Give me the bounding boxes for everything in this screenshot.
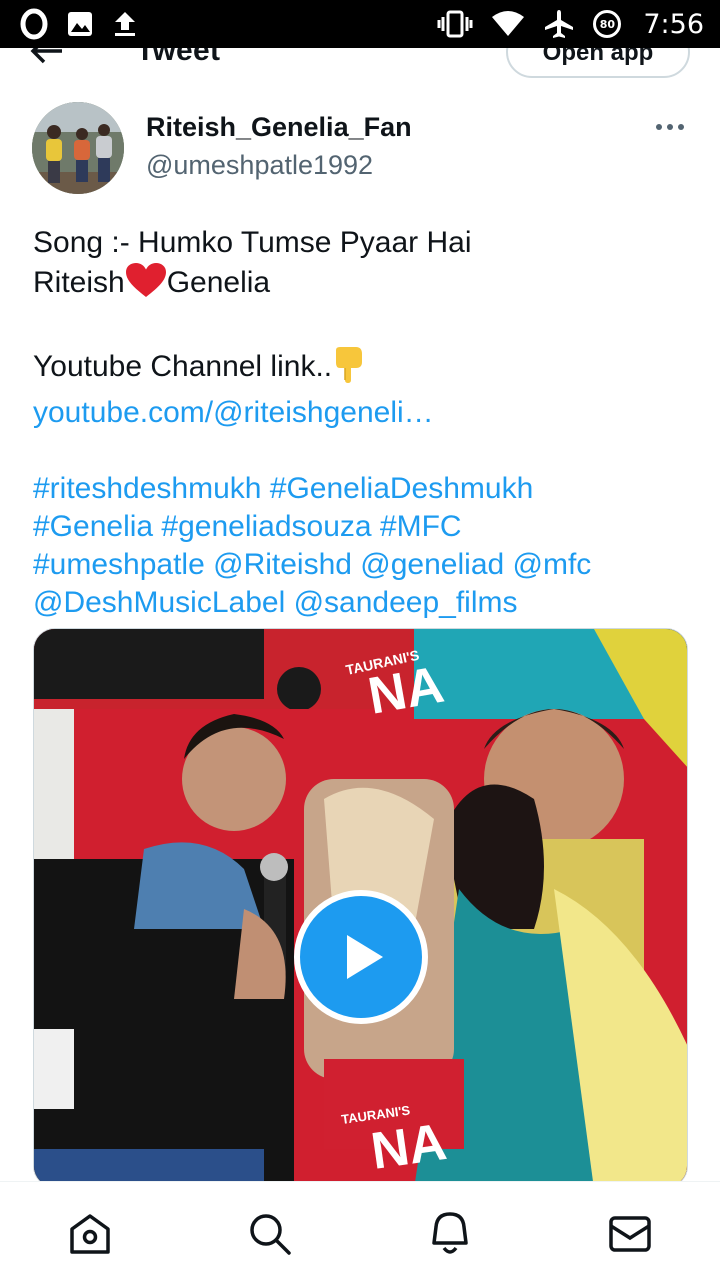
tweet-header: Tweet Open app — [0, 48, 720, 92]
youtube-link[interactable]: youtube.com/@riteishgeneli… — [33, 394, 693, 432]
avatar[interactable] — [32, 102, 124, 194]
vibrate-icon — [437, 10, 473, 38]
tweet-line: Youtube Channel link.. — [33, 346, 693, 394]
bottom-navigation — [0, 1181, 720, 1280]
red-heart-icon — [125, 262, 167, 308]
back-arrow-icon[interactable] — [30, 48, 64, 71]
tweet-text-segment: Youtube Channel link.. — [33, 350, 333, 383]
search-icon[interactable] — [248, 1212, 292, 1256]
tweet-line: Song :- Humko Tumse Pyaar Hai — [33, 226, 472, 259]
tweet-text-segment: Genelia — [166, 266, 271, 299]
tweet-spacer — [33, 308, 693, 346]
more-dot — [656, 124, 662, 130]
play-icon — [347, 935, 383, 979]
more-dot — [667, 124, 673, 130]
notifications-icon[interactable] — [428, 1212, 472, 1256]
wifi-icon — [491, 10, 525, 38]
hashtags-line[interactable]: #riteshdeshmukh #GeneliaDeshmukh — [33, 470, 693, 508]
pointing-down-icon — [332, 346, 366, 394]
author-display-name[interactable]: Riteish_Genelia_Fan — [146, 112, 412, 143]
upload-icon — [112, 10, 138, 38]
clock: 7:56 — [643, 8, 704, 40]
tweet-line: Riteish Genelia — [33, 262, 693, 308]
battery-icon: 80 — [593, 10, 622, 38]
image-icon — [66, 10, 94, 38]
play-button[interactable] — [294, 890, 428, 1024]
home-icon[interactable] — [68, 1212, 112, 1256]
tweet-text: Song :- Humko Tumse Pyaar Hai Riteish Gen… — [33, 224, 693, 622]
hashtags-line[interactable]: #umeshpatle @Riteishd @geneliad @mfc — [33, 546, 693, 584]
tweet-text-segment: Riteish — [33, 266, 125, 299]
airplane-icon — [543, 8, 575, 40]
hashtags-line[interactable]: @DeshMusicLabel @sandeep_films — [33, 584, 693, 622]
more-options-button[interactable] — [650, 112, 690, 142]
open-app-button[interactable]: Open app — [506, 48, 690, 78]
page-title: Tweet — [136, 48, 221, 67]
author-username[interactable]: @umeshpatle1992 — [146, 150, 373, 181]
more-dot — [678, 124, 684, 130]
status-bar: 80 7:56 — [0, 0, 720, 48]
hashtags-line[interactable]: #Genelia #geneliadsouza #MFC — [33, 508, 693, 546]
poster-title: NA — [368, 1113, 450, 1181]
tweet-spacer — [33, 432, 693, 470]
opera-icon — [20, 8, 48, 40]
messages-icon[interactable] — [608, 1212, 652, 1256]
